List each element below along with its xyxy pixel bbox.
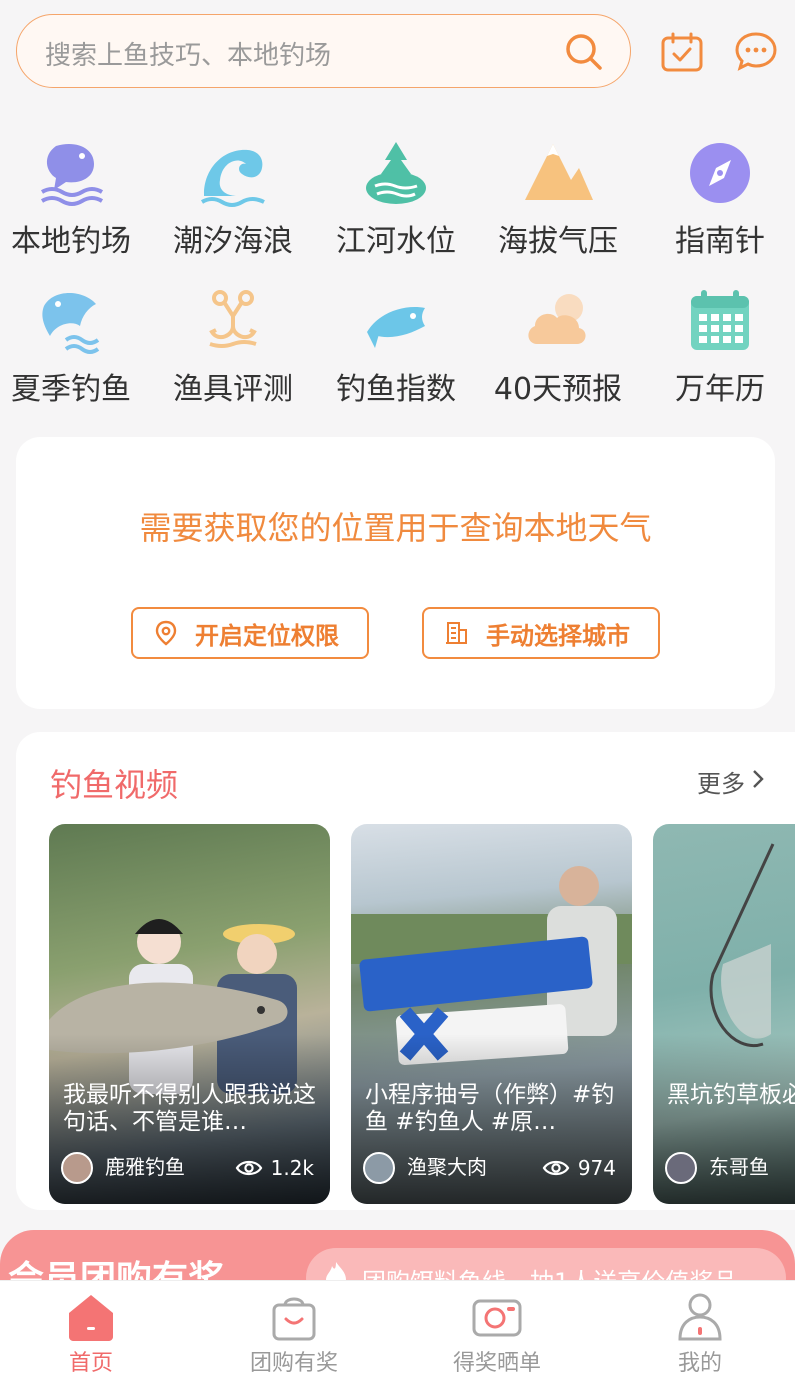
tab-label: 首页: [68, 1351, 113, 1376]
grid-label: 40天预报: [493, 372, 623, 407]
manual-city-button[interactable]: 手动选择城市: [422, 607, 660, 659]
video-card[interactable]: 黑坑钓草板必备饵料 东哥鱼: [653, 824, 795, 1204]
section-title: 钓鱼视频: [50, 766, 179, 804]
shopping-bag-icon: [272, 1297, 316, 1341]
compass-icon: [690, 143, 750, 203]
tab-label: 得奖晒单: [452, 1351, 541, 1376]
enable-location-button[interactable]: 开启定位权限: [131, 607, 369, 659]
wave-icon: [200, 149, 265, 207]
video-caption: 黑坑钓草板必备饵料: [667, 1082, 795, 1108]
chat-icon[interactable]: [734, 30, 778, 74]
avatar: [363, 1152, 395, 1184]
bottom-tab-bar: 首页 团购有奖 得奖晒单 我的: [0, 1280, 795, 1377]
eye-icon: [542, 1160, 570, 1176]
location-card: 需要获取您的位置用于查询本地天气 开启定位权限 手动选择城市: [16, 437, 775, 709]
hook-icon: [209, 290, 257, 348]
grid-item-summer-fishing[interactable]: 夏季钓鱼: [0, 286, 146, 408]
location-pin-icon: [155, 620, 177, 646]
video-card[interactable]: 我最听不得别人跟我说这句话、不管是谁… 鹿雅钓鱼 1.2k: [49, 824, 330, 1204]
enable-location-label: 开启定位权限: [195, 621, 339, 650]
video-author: 鹿雅钓鱼: [105, 1155, 185, 1179]
grid-item-local-spot[interactable]: 本地钓场: [0, 138, 146, 260]
manual-city-label: 手动选择城市: [486, 621, 630, 650]
eye-icon: [235, 1160, 262, 1176]
video-card[interactable]: 小程序抽号（作弊）#钓鱼 #钓鱼人 #原… 渔聚大肉 974: [351, 824, 632, 1204]
tab-prize-showcase[interactable]: 得奖晒单: [417, 1291, 577, 1377]
grid-item-fishing-index[interactable]: 钓鱼指数: [321, 286, 471, 408]
grid-label: 夏季钓鱼: [11, 372, 131, 407]
tab-mine[interactable]: 我的: [620, 1291, 780, 1377]
video-author: 渔聚大肉: [407, 1155, 487, 1179]
grid-item-altitude[interactable]: 海拔气压: [483, 138, 633, 260]
chevron-right-icon[interactable]: [751, 768, 765, 790]
avatar: [665, 1152, 697, 1184]
grid-label: 海拔气压: [498, 224, 618, 259]
home-icon: [69, 1295, 113, 1341]
grid-item-gear-review[interactable]: 渔具评测: [158, 286, 308, 408]
video-caption: 我最听不得别人跟我说这句话、不管是谁…: [63, 1082, 316, 1135]
tab-label: 团购有奖: [249, 1351, 338, 1376]
building-icon: [446, 622, 467, 644]
search-bar[interactable]: 搜索上鱼技巧、本地钓场: [16, 14, 631, 88]
grid-label: 万年历: [675, 372, 765, 407]
grid-label: 指南针: [675, 224, 765, 259]
more-link[interactable]: 更多: [697, 764, 745, 799]
tab-group-buy[interactable]: 团购有奖: [214, 1291, 374, 1377]
cloud-icon: [528, 294, 586, 344]
tab-label: 我的: [677, 1351, 722, 1376]
grid-item-40day-forecast[interactable]: 40天预报: [483, 286, 633, 408]
search-input[interactable]: 搜索上鱼技巧、本地钓场: [45, 35, 331, 72]
fish-icon: [40, 144, 104, 206]
avatar: [61, 1152, 93, 1184]
location-message: 需要获取您的位置用于查询本地天气: [139, 509, 652, 547]
video-views: 1.2k: [235, 1156, 314, 1180]
calendar-icon: [691, 290, 749, 350]
summer-fish-icon: [42, 293, 100, 354]
video-views: 974: [542, 1156, 616, 1180]
grid-item-perpetual-calendar[interactable]: 万年历: [645, 286, 795, 408]
grid-label: 渔具评测: [173, 372, 293, 407]
video-view-count: 1.2k: [270, 1156, 314, 1180]
calendar-check-icon[interactable]: [660, 30, 704, 74]
grid-label: 江河水位: [336, 224, 456, 259]
video-author: 东哥鱼: [709, 1155, 769, 1179]
grid-item-river[interactable]: 江河水位: [321, 138, 471, 260]
video-caption: 小程序抽号（作弊）#钓鱼 #钓鱼人 #原…: [365, 1082, 615, 1135]
grid-label: 潮汐海浪: [173, 224, 293, 259]
tab-home[interactable]: 首页: [11, 1291, 171, 1377]
video-view-count: 974: [577, 1156, 616, 1180]
mountain-icon: [525, 144, 593, 200]
search-icon[interactable]: [564, 32, 604, 72]
grid-label: 本地钓场: [11, 224, 131, 259]
grid-label: 钓鱼指数: [336, 372, 456, 407]
camera-icon: [472, 1299, 522, 1337]
fishing-video-section: 钓鱼视频 更多 我最听不得别人跟我说这句话、不管是谁… 鹿雅钓鱼 1.2k 小程…: [16, 732, 795, 1210]
user-icon: [678, 1293, 722, 1341]
fish-index-icon: [367, 307, 425, 348]
river-icon: [366, 142, 426, 204]
grid-item-tide[interactable]: 潮汐海浪: [158, 138, 308, 260]
grid-item-compass[interactable]: 指南针: [645, 138, 795, 260]
